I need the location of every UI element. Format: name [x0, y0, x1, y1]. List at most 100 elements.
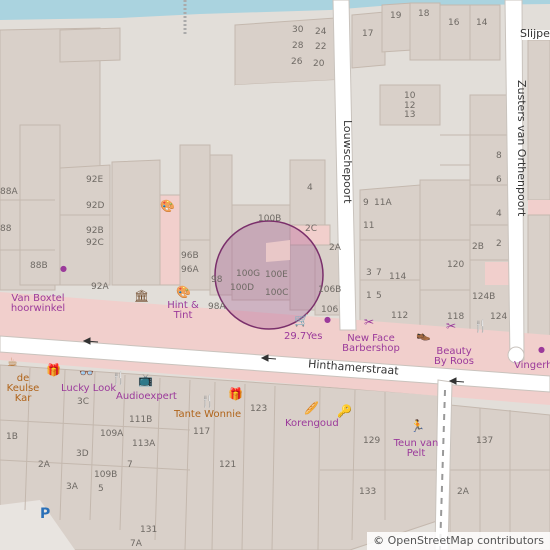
tv-icon[interactable]: 📺: [138, 374, 153, 386]
house-number: 124: [490, 312, 508, 322]
house-number: 100D: [230, 283, 255, 293]
house-number: 1: [366, 291, 372, 301]
house-number: 13: [404, 110, 416, 120]
house-number: 2A: [457, 487, 469, 497]
house-number: 8: [496, 151, 502, 161]
restaurant-icon[interactable]: 🍴: [473, 320, 488, 332]
swing-icon[interactable]: 🏃: [410, 420, 425, 432]
poi-van-boxtel-label: Van Boxtel hoorwinkel: [10, 293, 66, 314]
house-number: 5: [376, 291, 382, 301]
house-number: 133: [359, 487, 377, 497]
street-zusters[interactable]: Zusters van Orthenpoort: [515, 80, 528, 216]
house-number: 20: [313, 59, 325, 69]
house-number: 3: [366, 268, 372, 278]
house-number: 88: [0, 224, 12, 234]
art-shop-icon[interactable]: 🎨: [176, 286, 191, 298]
house-number: 100G: [236, 269, 261, 279]
poi-tante-wonnie[interactable]: Tante Wonnie: [174, 410, 241, 420]
gift-icon[interactable]: 🎁: [228, 388, 243, 400]
house-number: 16: [448, 18, 460, 28]
house-number: 92A: [91, 282, 109, 292]
building: [469, 94, 511, 261]
house-number: 111B: [129, 415, 153, 425]
poi-teun[interactable]: Teun van Pelt: [393, 439, 439, 459]
house-number: 2B: [472, 242, 484, 252]
attribution-text[interactable]: OpenStreetMap contributors: [388, 534, 544, 547]
house-number: 24: [315, 27, 327, 37]
house-number: 11A: [374, 198, 392, 208]
supermarket-basket-icon[interactable]: 🛒: [294, 314, 309, 326]
building-pink: [528, 200, 550, 215]
bakery-icon[interactable]: 🥖: [304, 402, 319, 414]
attribution[interactable]: © OpenStreetMap contributors: [367, 531, 550, 550]
house-number: 18: [418, 9, 430, 19]
cafe-icon[interactable]: ☕: [7, 356, 18, 368]
building: [59, 27, 121, 63]
gift-icon[interactable]: 🎁: [46, 364, 61, 376]
house-number: 4: [496, 209, 502, 219]
house-number: 88B: [30, 261, 48, 271]
house-number: 106B: [318, 285, 342, 295]
barber-icon[interactable]: ✂: [364, 316, 374, 328]
house-number: 106: [321, 305, 339, 315]
map[interactable]: Hinthamerstraat Louwschepoort Zusters va…: [0, 0, 550, 550]
poi-keulse-kar-label: de Keulse Kar: [6, 373, 40, 404]
poi-new-face[interactable]: New Face Barbershop: [340, 334, 402, 354]
building: [527, 39, 550, 201]
house-number: 100B: [258, 214, 282, 224]
house-number: 129: [363, 436, 381, 446]
house-number: 3D: [76, 449, 89, 459]
poi-yes[interactable]: 29.7Yes: [284, 332, 322, 342]
house-number: 30: [292, 25, 304, 35]
toy-icon[interactable]: 🔑: [337, 405, 352, 417]
courtyard: [235, 80, 335, 155]
poi-beauty[interactable]: Beauty By Roos: [432, 347, 476, 367]
house-number: 14: [476, 18, 488, 28]
poi-hint-tint[interactable]: Hint & Tint: [165, 301, 201, 321]
museum-icon[interactable]: 🏛: [134, 290, 149, 302]
barber-icon[interactable]: ✂: [446, 320, 456, 332]
shop-dot-icon[interactable]: ●: [538, 346, 545, 354]
art-shop-icon[interactable]: 🎨: [160, 200, 175, 212]
house-number: 7: [127, 460, 133, 470]
house-number: 112: [391, 311, 409, 321]
building: [111, 159, 161, 286]
poi-vingerh[interactable]: Vingerh: [514, 361, 550, 371]
house-number: 120: [447, 260, 465, 270]
shoe-shop-icon[interactable]: 👞: [416, 328, 431, 340]
house-number: 7: [376, 268, 382, 278]
poi-korengoud[interactable]: Korengoud: [285, 419, 339, 429]
attribution-symbol: ©: [373, 533, 385, 547]
poi-van-boxtel[interactable]: Van Boxtel hoorwinkel: [8, 294, 68, 314]
house-number: 22: [315, 42, 327, 52]
house-number: 98: [211, 275, 223, 285]
ice-cream-icon[interactable]: 🍴: [200, 395, 215, 407]
house-number: 117: [193, 427, 211, 437]
shop-dot-icon[interactable]: ●: [324, 316, 331, 324]
fast-food-icon[interactable]: 🍴: [111, 372, 126, 384]
street-slijper[interactable]: Slijpe: [520, 28, 550, 39]
house-number: 92D: [86, 201, 105, 211]
poi-keulse-kar[interactable]: de Keulse Kar: [0, 374, 46, 404]
house-number: 11: [363, 221, 375, 231]
house-number: 2A: [329, 243, 341, 253]
poi-lucky-look[interactable]: Lucky Look: [61, 384, 116, 394]
house-number: 9: [363, 198, 369, 208]
street-louwschepoort[interactable]: Louwschepoort: [341, 120, 354, 203]
selected-building: [266, 240, 290, 262]
parking-icon[interactable]: P: [40, 507, 50, 521]
house-number: 17: [362, 29, 374, 39]
house-number: 96B: [181, 251, 199, 261]
poi-audioexpert[interactable]: Audioexpert: [116, 392, 177, 402]
shop-dot-icon[interactable]: ●: [60, 265, 67, 273]
house-number: 2A: [38, 460, 50, 470]
building: [469, 4, 501, 61]
glasses-icon[interactable]: 👓: [79, 367, 94, 379]
house-number: 2: [496, 239, 502, 249]
house-number: 92C: [86, 238, 104, 248]
house-number: 7A: [130, 539, 142, 549]
house-number: 124B: [472, 292, 496, 302]
building: [439, 4, 471, 61]
house-number: 92B: [86, 226, 104, 236]
house-number: 121: [219, 460, 237, 470]
